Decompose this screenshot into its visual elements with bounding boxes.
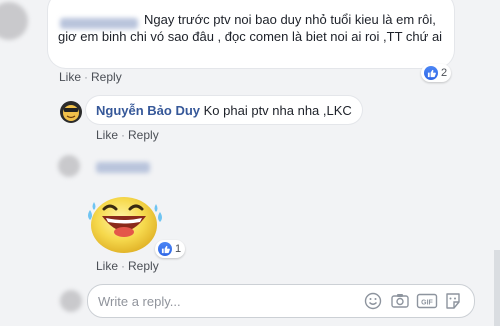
reply-line: Nguyễn Bảo Duy Ko phai ptv nha nha ,LKC [96, 102, 352, 119]
reply-author-name[interactable]: Nguyễn Bảo Duy [96, 103, 200, 118]
reply-input[interactable]: Write a reply... [98, 294, 181, 309]
reply-author-name[interactable] [96, 162, 150, 173]
reply-actions: Like · Reply [96, 128, 159, 142]
reaction-count: 1 [175, 243, 182, 255]
reply-link[interactable]: Reply [128, 259, 159, 273]
separator-dot: · [121, 128, 126, 142]
current-user-avatar[interactable] [60, 290, 82, 312]
reply-author-avatar[interactable] [58, 155, 80, 177]
scrollbar[interactable] [494, 250, 500, 326]
reply-link[interactable]: Reply [91, 70, 122, 84]
sticker-reaction-count[interactable]: 1 [155, 240, 186, 258]
comment-actions: Like · Reply [59, 70, 122, 84]
emoji-icon[interactable] [364, 292, 382, 310]
like-link[interactable]: Like [59, 70, 81, 84]
comment-reaction-count[interactable]: 2 [421, 64, 452, 82]
sticker-icon[interactable] [444, 292, 462, 310]
commenter-avatar[interactable] [0, 2, 28, 40]
like-link[interactable]: Like [96, 128, 118, 142]
gif-icon[interactable]: GIF [416, 292, 438, 310]
reaction-count: 2 [441, 67, 448, 79]
reply-link[interactable]: Reply [128, 128, 159, 142]
separator-dot: · [84, 70, 89, 84]
camera-icon[interactable] [390, 292, 410, 310]
comment-text: Ngay trước ptv noi bao duy nhỏ tuổi kieu… [58, 12, 443, 44]
like-reaction-icon [424, 66, 438, 80]
svg-text:GIF: GIF [421, 300, 433, 307]
sticker-reply-actions: Like · Reply [96, 259, 159, 273]
like-reaction-icon [158, 242, 172, 256]
separator-dot: · [121, 259, 126, 273]
smiley-avatar-icon [63, 105, 79, 121]
reply-author-avatar[interactable] [60, 101, 82, 123]
like-link[interactable]: Like [96, 259, 118, 273]
reply-text: Ko phai ptv nha nha ,LKC [203, 103, 352, 118]
reply-composer[interactable]: Write a reply... GIF [87, 284, 475, 318]
